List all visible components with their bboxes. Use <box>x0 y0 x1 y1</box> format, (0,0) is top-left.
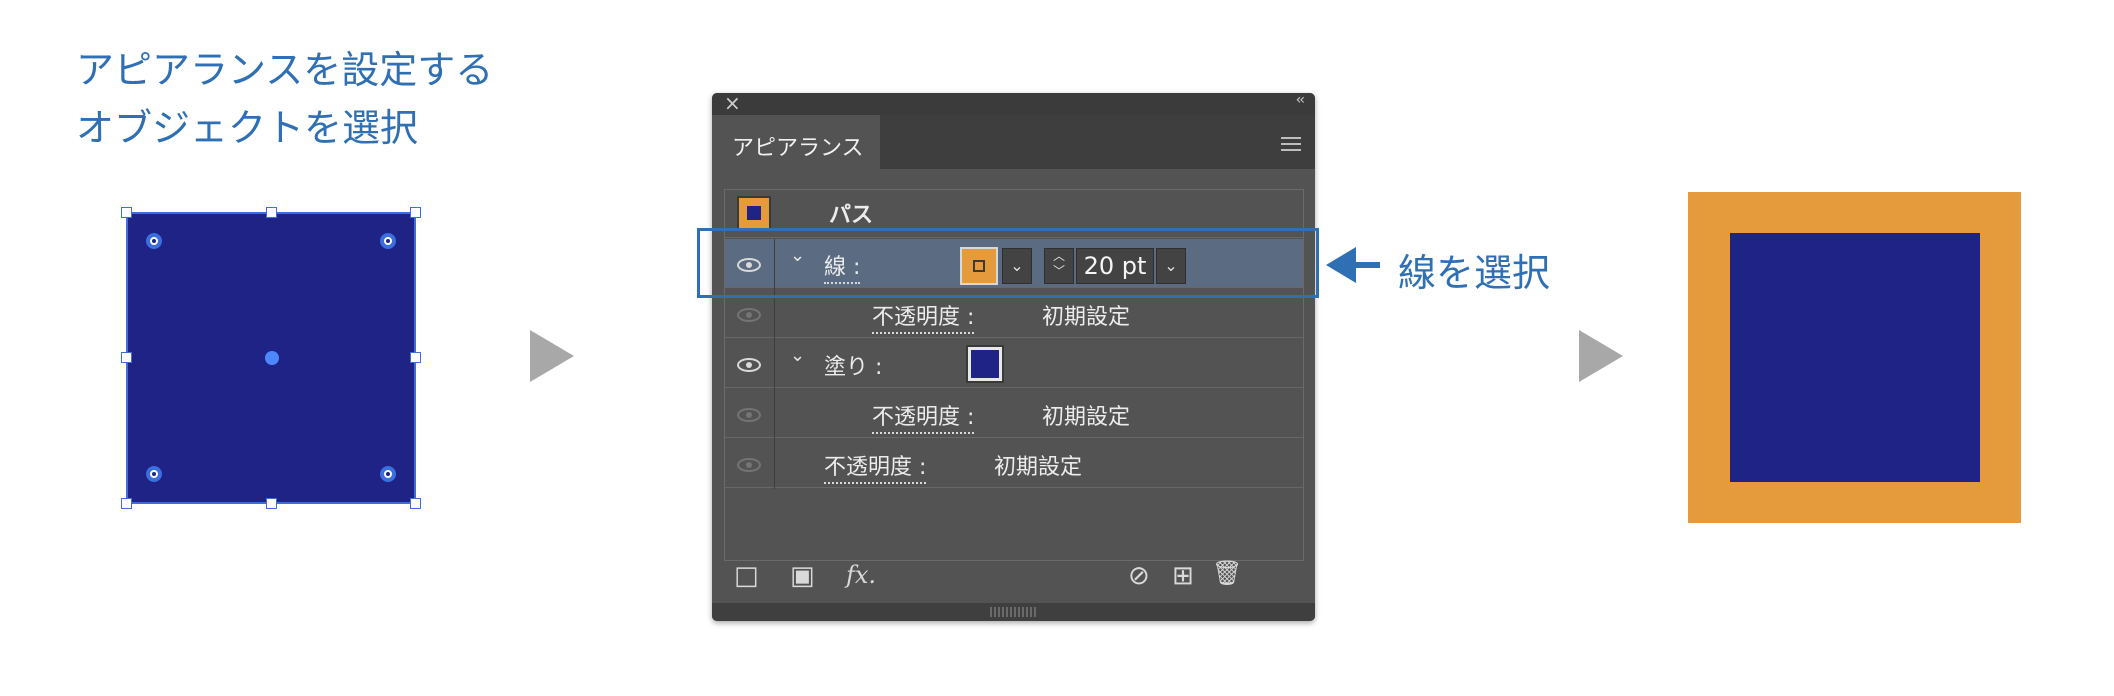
bounding-handle[interactable] <box>121 207 132 218</box>
stroke-opacity-value: 初期設定 <box>1042 305 1131 330</box>
corner-widget[interactable] <box>146 233 162 249</box>
fill-swatch[interactable] <box>966 345 1004 383</box>
fx-icon[interactable]: fx. <box>846 561 876 589</box>
fill-opacity-value: 初期設定 <box>1042 405 1131 430</box>
bounding-handle[interactable] <box>410 207 421 218</box>
collapse-icon[interactable]: ‹‹ <box>1296 93 1305 108</box>
caption-line-1: アピアランスを設定する <box>76 48 494 92</box>
callout-text: 線を選択 <box>1398 251 1551 295</box>
eye-icon[interactable] <box>737 358 761 372</box>
stroke-opacity-label[interactable]: 不透明度 : <box>872 299 975 334</box>
result-fill <box>1730 233 1980 482</box>
object-thumbnail <box>737 196 771 230</box>
panel-titlebar <box>712 93 1315 115</box>
fill-label: 塗り : <box>824 355 883 380</box>
tab-appearance-label: アピアランス <box>732 136 864 161</box>
duplicate-item-icon[interactable]: ⊞ <box>1172 561 1194 591</box>
arrow-right-icon <box>1579 330 1623 382</box>
bounding-handle[interactable] <box>410 352 421 363</box>
add-stroke-icon[interactable]: □ <box>734 561 759 591</box>
corner-widget[interactable] <box>380 466 396 482</box>
bounding-handle[interactable] <box>121 498 132 509</box>
chevron-down-icon[interactable]: ⌄ <box>790 345 805 366</box>
add-fill-icon[interactable]: ▣ <box>790 561 815 591</box>
hamburger-menu-icon[interactable] <box>1281 137 1301 151</box>
close-icon[interactable]: × <box>724 93 741 115</box>
eye-icon[interactable] <box>737 458 761 472</box>
fill-opacity-label[interactable]: 不透明度 : <box>872 399 975 434</box>
list-item-fill-opacity[interactable] <box>725 389 1303 438</box>
center-point <box>265 351 279 365</box>
list-item-fill[interactable] <box>725 339 1303 388</box>
object-opacity-value: 初期設定 <box>994 455 1083 480</box>
trash-icon[interactable]: 🗑 <box>1212 559 1242 587</box>
object-label: パス <box>829 203 874 228</box>
resize-grip[interactable] <box>712 603 1315 621</box>
bounding-handle[interactable] <box>410 498 421 509</box>
corner-widget[interactable] <box>146 466 162 482</box>
object-opacity-label[interactable]: 不透明度 : <box>824 449 927 484</box>
eye-icon[interactable] <box>737 408 761 422</box>
bounding-handle[interactable] <box>266 498 277 509</box>
stroke-row-highlight <box>697 228 1319 298</box>
bounding-handle[interactable] <box>121 352 132 363</box>
eye-icon[interactable] <box>737 308 761 322</box>
arrow-left-stem <box>1354 262 1380 268</box>
clear-appearance-icon[interactable]: ⊘ <box>1128 561 1150 591</box>
appearance-panel: × ‹‹ アピアランス パス ⌄ 線 : ⌄ ︿ ﹀ 20 pt ⌄ 不透明度 :… <box>712 93 1315 621</box>
arrow-right-icon <box>530 330 574 382</box>
caption-line-2: オブジェクトを選択 <box>76 106 419 150</box>
arrow-left-icon <box>1326 247 1356 283</box>
bounding-handle[interactable] <box>266 207 277 218</box>
corner-widget[interactable] <box>380 233 396 249</box>
